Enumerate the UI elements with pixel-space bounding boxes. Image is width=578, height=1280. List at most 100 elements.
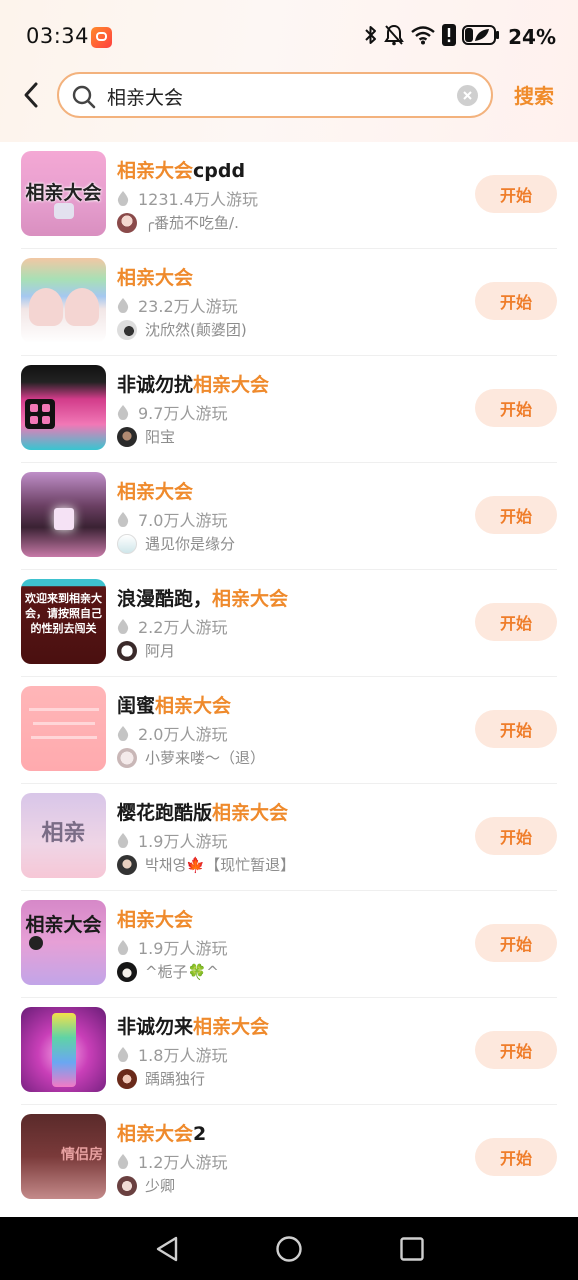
game-title: 相亲大会 [117, 909, 194, 931]
avatar [117, 319, 137, 340]
search-input[interactable] [105, 80, 449, 112]
avatar [117, 1175, 137, 1196]
close-icon [463, 91, 472, 100]
system-nav-bar [0, 1217, 578, 1280]
status-time: 03:34 [26, 24, 90, 48]
game-thumbnail: 相亲大会 [21, 151, 106, 236]
list-item[interactable]: 非诚勿来相亲大会 1.8万人游玩 踽踽独行 开始 [0, 998, 578, 1105]
author: 박채영🍁【现忙暂退】 [117, 854, 295, 875]
start-button[interactable]: 开始 [475, 710, 557, 748]
game-thumbnail [21, 686, 106, 771]
avatar [117, 1068, 137, 1089]
author: 阿月 [117, 640, 175, 661]
game-title: 闺蜜相亲大会 [117, 695, 232, 717]
author: 阳宝 [117, 426, 175, 447]
chevron-left-icon [24, 82, 38, 108]
play-count: 1.2万人游玩 [117, 1149, 227, 1173]
thumbnail-text: 相亲 [41, 821, 86, 846]
bluetooth-icon [364, 25, 378, 49]
start-button[interactable]: 开始 [475, 817, 557, 855]
game-thumbnail: 欢迎来到相亲大会，请按照自己的性别去闯关 [21, 579, 106, 664]
list-item[interactable]: 相亲大会 相亲大会 1.9万人游玩 ^栀子🍀^ 开始 [0, 891, 578, 998]
search-box[interactable] [57, 72, 493, 118]
nav-recents-icon[interactable] [399, 1235, 425, 1267]
search-icon [71, 84, 97, 114]
play-count: 23.2万人游玩 [117, 293, 238, 317]
flame-icon [117, 832, 129, 848]
game-title: 相亲大会cpdd [117, 160, 246, 182]
avatar [117, 961, 137, 982]
start-button[interactable]: 开始 [475, 1031, 557, 1069]
app-notification-icon [91, 27, 112, 48]
play-count: 1.9万人游玩 [117, 935, 227, 959]
game-title: 相亲大会 [117, 481, 194, 503]
thumbnail-text: 相亲大会 [25, 182, 102, 204]
game-thumbnail [21, 1007, 106, 1092]
list-item[interactable]: 相亲大会 23.2万人游玩 沈欣然(颠婆团) 开始 [0, 249, 578, 356]
author: 踽踽独行 [117, 1068, 205, 1089]
start-button[interactable]: 开始 [475, 496, 557, 534]
start-button[interactable]: 开始 [475, 282, 557, 320]
nav-home-icon[interactable] [275, 1235, 303, 1267]
game-title: 相亲大会2 [117, 1123, 207, 1145]
avatar [117, 533, 137, 554]
avatar [117, 426, 137, 447]
flame-icon [117, 190, 129, 206]
flame-icon [117, 511, 129, 527]
author: ^栀子🍀^ [117, 961, 219, 982]
game-title: 非诚勿来相亲大会 [117, 1016, 270, 1038]
flame-icon [117, 725, 129, 741]
search-button[interactable]: 搜索 [514, 80, 554, 109]
list-item[interactable]: 非诚勿扰相亲大会 9.7万人游玩 阳宝 开始 [0, 356, 578, 463]
battery-percent: 24% [508, 25, 556, 49]
mute-icon [384, 24, 404, 50]
list-item[interactable]: 相亲 樱花跑酷版相亲大会 1.9万人游玩 박채영🍁【现忙暂退】 开始 [0, 784, 578, 891]
flame-icon [117, 618, 129, 634]
game-thumbnail [21, 258, 106, 343]
thumbnail-text: 欢迎来到相亲大会，请按照自己的性别去闯关 [25, 592, 102, 635]
start-button[interactable]: 开始 [475, 603, 557, 641]
play-count: 9.7万人游玩 [117, 400, 227, 424]
author: ╭番茄不吃鱼/. [117, 212, 239, 233]
avatar [117, 212, 137, 233]
play-count: 1.9万人游玩 [117, 828, 227, 852]
start-button[interactable]: 开始 [475, 389, 557, 427]
flame-icon [117, 404, 129, 420]
avatar [117, 747, 137, 768]
nav-back-icon[interactable] [154, 1235, 180, 1267]
game-thumbnail: 情侣房 [21, 1114, 106, 1199]
play-count: 2.0万人游玩 [117, 721, 227, 745]
play-count: 2.2万人游玩 [117, 614, 227, 638]
game-thumbnail: 相亲 [21, 793, 106, 878]
play-count: 1.8万人游玩 [117, 1042, 227, 1066]
result-list: 相亲大会 相亲大会cpdd 1231.4万人游玩 ╭番茄不吃鱼/. 开始 相亲大… [0, 142, 578, 1212]
author: 遇见你是缘分 [117, 533, 235, 554]
list-item[interactable]: 闺蜜相亲大会 2.0万人游玩 小萝来喽～（退） 开始 [0, 677, 578, 784]
flame-icon [117, 939, 129, 955]
list-item[interactable]: 相亲大会 7.0万人游玩 遇见你是缘分 开始 [0, 463, 578, 570]
battery-icon [462, 24, 500, 50]
game-title: 樱花跑酷版相亲大会 [117, 802, 289, 824]
author: 小萝来喽～（退） [117, 747, 265, 768]
thumbnail-text: 情侣房 [61, 1147, 103, 1163]
avatar [117, 640, 137, 661]
author: 沈欣然(颠婆团) [117, 319, 247, 340]
thumbnail-text: 相亲大会 [25, 914, 102, 936]
game-thumbnail [21, 472, 106, 557]
status-bar: 03:34 24% [0, 0, 578, 72]
play-count: 7.0万人游玩 [117, 507, 227, 531]
game-title: 浪漫酷跑，相亲大会 [117, 588, 289, 610]
list-item[interactable]: 情侣房 相亲大会2 1.2万人游玩 少卿 开始 [0, 1105, 578, 1212]
start-button[interactable]: 开始 [475, 924, 557, 962]
start-button[interactable]: 开始 [475, 1138, 557, 1176]
avatar [117, 854, 137, 875]
alert-icon [442, 24, 457, 50]
start-button[interactable]: 开始 [475, 175, 557, 213]
flame-icon [117, 297, 129, 313]
clear-search-button[interactable] [457, 85, 478, 106]
game-thumbnail: 相亲大会 [21, 900, 106, 985]
back-button[interactable] [18, 80, 46, 110]
list-item[interactable]: 欢迎来到相亲大会，请按照自己的性别去闯关 浪漫酷跑，相亲大会 2.2万人游玩 阿… [0, 570, 578, 677]
list-item[interactable]: 相亲大会 相亲大会cpdd 1231.4万人游玩 ╭番茄不吃鱼/. 开始 [0, 142, 578, 249]
game-thumbnail [21, 365, 106, 450]
